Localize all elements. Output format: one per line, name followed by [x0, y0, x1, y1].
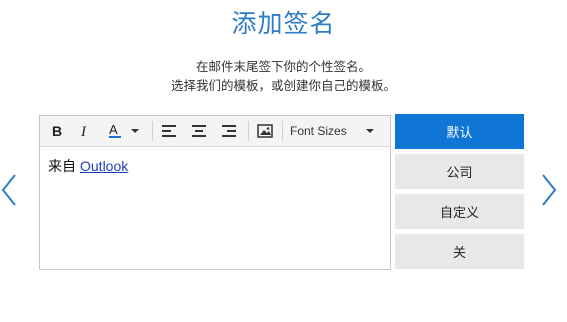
template-default-button[interactable]: 默认 — [395, 114, 524, 149]
toolbar-divider — [282, 121, 283, 141]
align-center-button[interactable] — [188, 119, 210, 143]
font-color-button[interactable]: A — [104, 119, 144, 143]
chevron-right-icon — [542, 174, 557, 206]
align-right-button[interactable] — [218, 119, 240, 143]
template-off-button[interactable]: 关 — [395, 234, 524, 269]
bold-icon: B — [52, 124, 62, 138]
insert-image-button[interactable] — [254, 119, 276, 143]
page-title: 添加签名 — [231, 9, 336, 38]
template-company-button[interactable]: 公司 — [395, 154, 524, 189]
font-sizes-dropdown[interactable]: Font Sizes — [290, 119, 380, 143]
font-sizes-label: Font Sizes — [290, 124, 347, 138]
editor-toolbar: B I A Font Sizes — [40, 116, 390, 147]
italic-icon: I — [80, 124, 87, 138]
image-icon — [257, 124, 273, 138]
next-arrow-button[interactable] — [538, 172, 558, 208]
subtitle-line-1: 在邮件末尾签下你的个性签名。 — [195, 59, 371, 74]
toolbar-divider — [248, 121, 249, 141]
align-left-button[interactable] — [158, 119, 180, 143]
template-custom-button[interactable]: 自定义 — [395, 194, 524, 229]
signature-text: 来自 — [48, 159, 76, 175]
signature-text-area[interactable]: 来自 Outlook — [48, 156, 128, 176]
font-color-icon: A — [109, 122, 139, 138]
align-left-icon — [162, 125, 176, 137]
svg-text:A: A — [109, 122, 118, 137]
toolbar-divider — [152, 121, 153, 141]
chevron-left-icon — [1, 174, 16, 206]
subtitle-line-2: 选择我们的模板，或创建你自己的模板。 — [170, 78, 396, 93]
caret-down-icon — [365, 129, 374, 133]
previous-arrow-button[interactable] — [0, 172, 20, 208]
signature-editor: B I A Font Sizes 来自 Outlook — [39, 115, 391, 270]
subtitle: 在邮件末尾签下你的个性签名。 选择我们的模板，或创建你自己的模板。 — [0, 57, 567, 95]
italic-button[interactable]: I — [74, 119, 96, 143]
svg-text:B: B — [52, 124, 62, 138]
bold-button[interactable]: B — [46, 119, 68, 143]
svg-text:I: I — [80, 124, 87, 138]
outlook-link[interactable]: Outlook — [80, 158, 128, 174]
align-right-icon — [222, 125, 236, 137]
align-center-icon — [192, 125, 206, 137]
